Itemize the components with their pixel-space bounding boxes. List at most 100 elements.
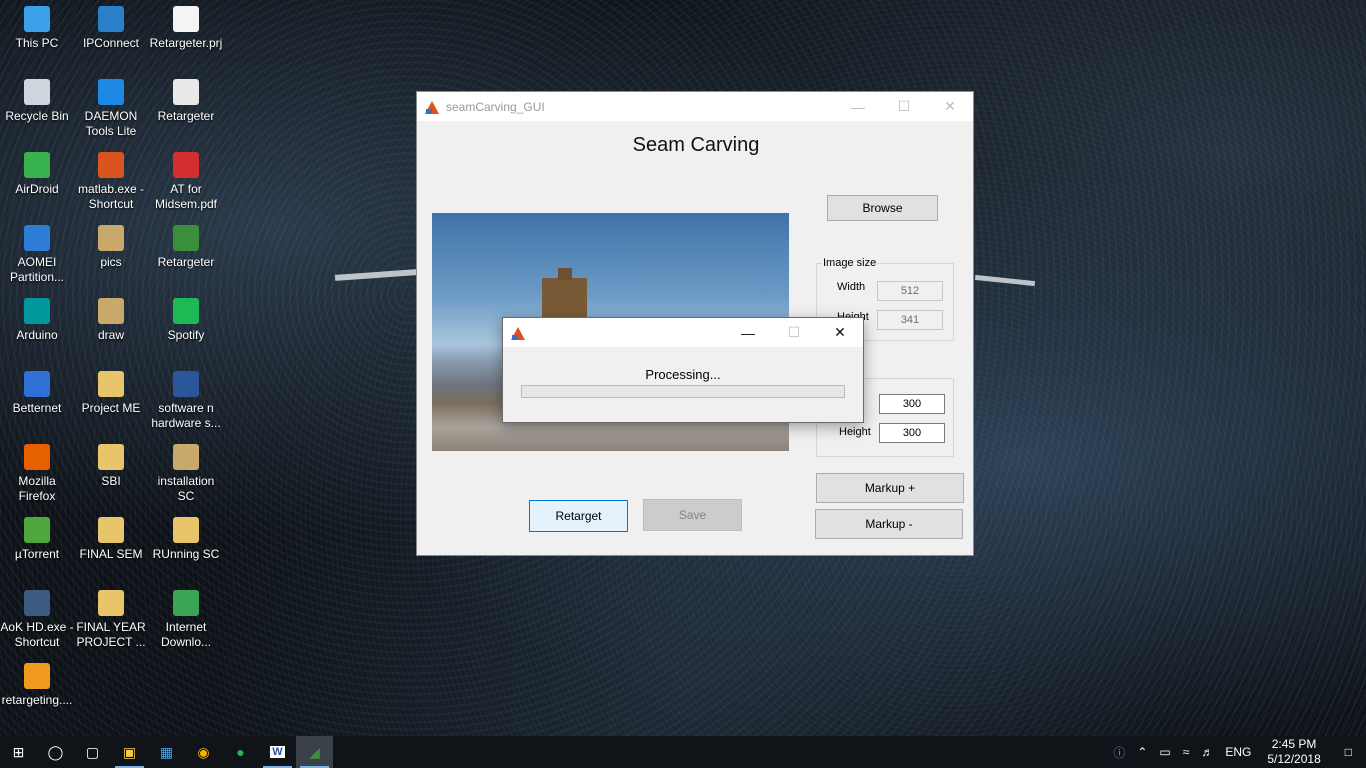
close-icon[interactable]: ✕ — [927, 92, 973, 121]
maximize-icon: ☐ — [787, 324, 801, 340]
desktop-icon[interactable]: AirDroid — [0, 152, 74, 197]
utorrent-icon — [24, 517, 50, 543]
target-height-input[interactable]: 300 — [879, 423, 945, 443]
desktop-icon[interactable]: Retargeter.prj — [149, 6, 223, 51]
desktop-icon[interactable]: This PC — [0, 6, 74, 51]
desktop-icon[interactable]: Betternet — [0, 371, 74, 416]
zip-folder-icon — [98, 371, 124, 397]
desktop-icon-label: This PC — [15, 36, 59, 50]
desktop-icon-label: software n hardware s... — [151, 401, 221, 430]
desktop-icon-label: Retargeter — [157, 255, 215, 269]
matlab-icon — [424, 99, 440, 115]
target-width-input[interactable]: 300 — [879, 394, 945, 414]
desktop-icon[interactable]: µTorrent — [0, 517, 74, 562]
matlab-icon — [98, 152, 124, 178]
desktop-icon[interactable]: Mozilla Firefox — [0, 444, 74, 504]
folder-icon — [98, 225, 124, 251]
desktop-icon[interactable]: draw — [74, 298, 148, 343]
desktop-icon[interactable]: Retargeter — [149, 225, 223, 270]
retarget-button[interactable]: Retarget — [529, 500, 628, 532]
network-user-icon — [98, 6, 124, 32]
desktop-icon[interactable]: AT for Midsem.pdf — [149, 152, 223, 212]
language-indicator[interactable]: ENG — [1219, 745, 1257, 759]
desktop-icon[interactable]: installation SC — [149, 444, 223, 504]
notifications-icon[interactable]: □ — [1331, 745, 1366, 759]
desktop-icon[interactable]: pics — [74, 225, 148, 270]
zip-folder-icon — [98, 444, 124, 470]
markup-plus-button[interactable]: Markup + — [816, 473, 964, 503]
desktop-icon-label: Retargeter — [157, 109, 215, 123]
orange-app-icon — [24, 663, 50, 689]
folder-icon — [173, 517, 199, 543]
retargeter-app-icon — [173, 225, 199, 251]
betternet-icon — [24, 371, 50, 397]
desktop-icon[interactable]: Recycle Bin — [0, 79, 74, 124]
windows-start-icon[interactable]: ⊞ — [0, 736, 37, 768]
pdf-icon — [173, 152, 199, 178]
chevron-up-icon[interactable]: ⌃ — [1131, 745, 1153, 759]
progress-bar — [521, 385, 845, 398]
file-explorer-icon[interactable]: ▣ — [111, 736, 148, 768]
desktop-icon-label: retargeting.... — [1, 693, 73, 707]
desktop-icon[interactable]: matlab.exe - Shortcut — [74, 152, 148, 212]
desktop-icon[interactable]: Project ME — [74, 371, 148, 416]
desktop-icon[interactable]: AoK HD.exe - Shortcut — [0, 590, 74, 650]
desktop-icon-label: Betternet — [12, 401, 62, 415]
browse-button[interactable]: Browse — [827, 195, 938, 221]
desktop-icon[interactable]: SBI — [74, 444, 148, 489]
desktop-icon-label: FINAL SEM — [79, 547, 143, 561]
desktop-icon-label: IPConnect — [82, 36, 140, 50]
desktop-icon[interactable]: Internet Downlo... — [149, 590, 223, 650]
desktop-icon[interactable]: software n hardware s... — [149, 371, 223, 431]
image-size-legend: Image size — [822, 257, 878, 269]
desktop-icon-label: Arduino — [16, 328, 58, 342]
markup-minus-button[interactable]: Markup - — [815, 509, 963, 539]
desktop-icon-label: Project ME — [81, 401, 141, 415]
word-document-icon — [173, 371, 199, 397]
desktop-icon[interactable]: AOMEI Partition... — [0, 225, 74, 285]
word-icon[interactable]: W — [259, 736, 296, 768]
zip-folder-icon — [98, 517, 124, 543]
desktop-icon-label: DAEMON Tools Lite — [84, 109, 138, 138]
desktop-icon[interactable]: Spotify — [149, 298, 223, 343]
desktop-icon-label: RUnning SC — [152, 547, 220, 561]
daemon-tools-icon — [98, 79, 124, 105]
clock[interactable]: 2:45 PM 5/12/2018 — [1257, 737, 1330, 767]
processing-message: Processing... — [645, 367, 721, 382]
wifi-icon[interactable]: ≈ — [1177, 745, 1196, 759]
taskbar: ⊞ ◯ ▢ ▣ ▦ ◉ ● W ◢ ⓘ ⌃ ▭ ≈ ♬ ENG 2:45 PM … — [0, 736, 1366, 768]
dialog-titlebar[interactable]: — ☐ ✕ — [503, 318, 863, 347]
chrome-icon[interactable]: ◉ — [185, 736, 222, 768]
help-icon[interactable]: ⓘ — [1107, 744, 1131, 761]
minimize-icon[interactable]: — — [835, 92, 881, 121]
control-panel-icon[interactable]: ▦ — [148, 736, 185, 768]
desktop-icon[interactable]: RUnning SC — [149, 517, 223, 562]
cortana-search-icon[interactable]: ◯ — [37, 736, 74, 768]
volume-icon[interactable]: ♬ — [1195, 745, 1219, 759]
spotify-icon — [173, 298, 199, 324]
recycle-bin-icon — [24, 79, 50, 105]
desktop-icon-label: Spotify — [167, 328, 205, 342]
computer-icon — [24, 6, 50, 32]
desktop-icon-label: FINAL YEAR PROJECT ... — [76, 620, 146, 649]
desktop-icon[interactable]: Arduino — [0, 298, 74, 343]
minimize-icon[interactable]: — — [725, 318, 771, 347]
window-titlebar[interactable]: seamCarving_GUI — ☐ ✕ — [417, 92, 973, 121]
spotify-icon[interactable]: ● — [222, 736, 259, 768]
desktop-icon[interactable]: retargeting.... — [0, 663, 74, 708]
desktop-icon[interactable]: IPConnect — [74, 6, 148, 51]
close-icon[interactable]: ✕ — [817, 318, 863, 347]
retargeter-taskbar-icon[interactable]: ◢ — [296, 736, 333, 768]
battery-icon[interactable]: ▭ — [1153, 745, 1176, 759]
idm-icon — [173, 590, 199, 616]
task-view-icon[interactable]: ▢ — [74, 736, 111, 768]
width-label: Width — [837, 281, 866, 293]
desktop-icon[interactable]: FINAL YEAR PROJECT ... — [74, 590, 148, 650]
maximize-icon[interactable]: ☐ — [881, 92, 927, 121]
save-button[interactable]: Save — [643, 499, 742, 531]
desktop-icon[interactable]: FINAL SEM — [74, 517, 148, 562]
desktop-icon[interactable]: DAEMON Tools Lite — [74, 79, 148, 139]
desktop-icon[interactable]: Retargeter — [149, 79, 223, 124]
zip-folder-icon — [98, 590, 124, 616]
matlab-icon — [510, 325, 526, 341]
